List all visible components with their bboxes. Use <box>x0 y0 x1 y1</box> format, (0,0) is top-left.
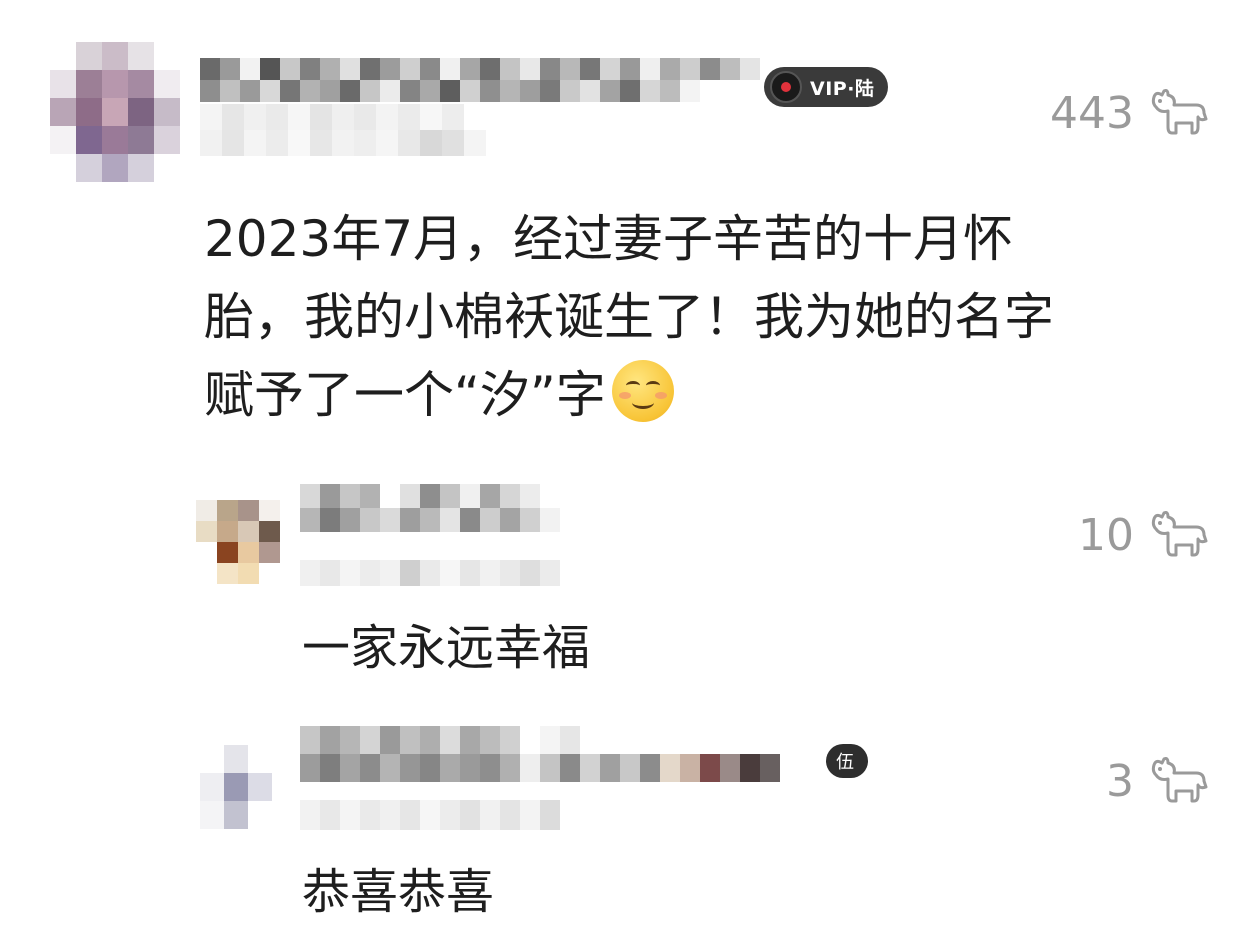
like-button[interactable]: 10 <box>1078 510 1210 561</box>
like-animal-icon <box>1151 88 1208 134</box>
username-redacted[interactable] <box>300 726 820 782</box>
username-redacted[interactable] <box>200 58 760 102</box>
user-tag-badge[interactable]: 伍 <box>826 744 868 778</box>
region-redacted <box>300 560 580 586</box>
like-animal-icon <box>1151 756 1208 802</box>
like-button[interactable]: 443 <box>1050 88 1210 139</box>
region-redacted <box>200 104 508 156</box>
avatar[interactable] <box>50 42 180 182</box>
vip-badge[interactable]: VIP·陆 <box>764 67 889 107</box>
smiling-face-emoji-icon <box>611 360 674 422</box>
comment-body: 2023年7月，经过妻子辛苦的十月怀 胎，我的小棉袄诞生了！我为她的名字 赋予了… <box>204 200 1224 434</box>
like-button[interactable]: 3 <box>1106 756 1210 807</box>
vinyl-record-icon <box>770 71 802 103</box>
comment-line: 胎，我的小棉袄诞生了！我为她的名字 <box>204 288 1054 346</box>
like-count: 443 <box>1050 88 1134 139</box>
date-region-redacted <box>300 800 580 830</box>
comment-line-text: 赋予了一个“汐”字 <box>204 366 606 424</box>
username-redacted[interactable] <box>300 484 560 532</box>
like-animal-icon <box>1151 510 1208 556</box>
comment-line: 赋予了一个“汐”字 <box>204 356 1224 434</box>
vip-badge-label: VIP·陆 <box>810 77 875 100</box>
avatar[interactable] <box>196 500 280 584</box>
user-tag-label: 伍 <box>836 752 854 773</box>
comment-line: 2023年7月，经过妻子辛苦的十月怀 <box>204 210 1014 268</box>
reply-body: 恭喜恭喜 <box>302 864 495 920</box>
reply-body: 一家永远幸福 <box>302 620 591 676</box>
like-count: 3 <box>1106 756 1134 807</box>
avatar[interactable] <box>200 745 272 829</box>
like-count: 10 <box>1078 510 1134 561</box>
